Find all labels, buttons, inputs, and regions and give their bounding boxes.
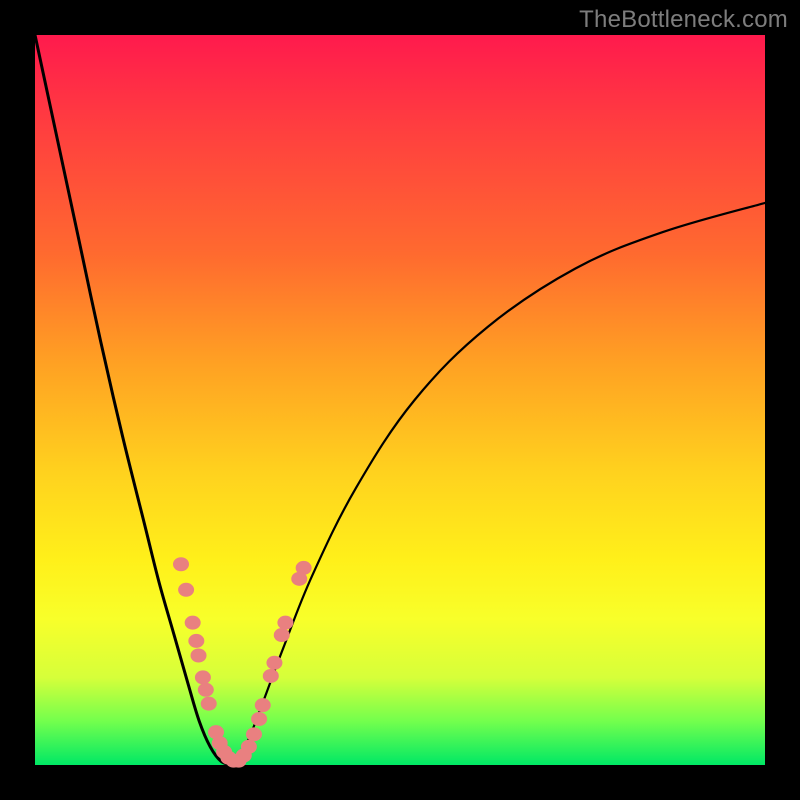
cluster-marker: [266, 656, 282, 670]
cluster-marker: [255, 698, 271, 712]
cluster-marker: [246, 727, 262, 741]
cluster-marker: [191, 649, 207, 663]
marker-layer: [173, 557, 312, 767]
right-branch-curve: [232, 203, 765, 765]
cluster-marker: [274, 628, 290, 642]
watermark-text: TheBottleneck.com: [579, 6, 788, 34]
curve-layer: [35, 35, 765, 765]
cluster-marker: [251, 712, 267, 726]
chart-svg: [35, 35, 765, 765]
cluster-marker: [178, 583, 194, 597]
plot-area: [35, 35, 765, 765]
cluster-marker: [296, 561, 312, 575]
cluster-marker: [277, 616, 293, 630]
cluster-marker: [201, 697, 217, 711]
cluster-marker: [263, 669, 279, 683]
cluster-marker: [195, 670, 211, 684]
cluster-marker: [185, 616, 201, 630]
cluster-marker: [188, 634, 204, 648]
outer-black-frame: TheBottleneck.com: [0, 0, 800, 800]
cluster-marker: [241, 740, 257, 754]
cluster-marker: [198, 683, 214, 697]
cluster-marker: [173, 557, 189, 571]
